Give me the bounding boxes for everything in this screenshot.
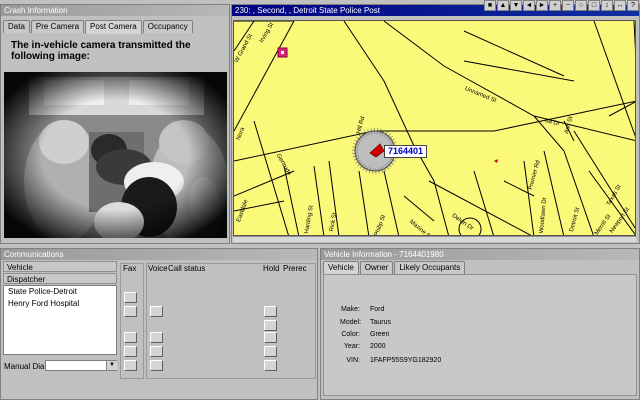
tab-owner[interactable]: Owner — [359, 261, 394, 274]
map-zoom-in-icon[interactable]: + — [549, 0, 561, 11]
map-tool-4-icon[interactable]: ◄ — [523, 0, 535, 11]
contact-henry-ford[interactable]: Henry Ford Hospital — [4, 298, 116, 310]
color-label: Color: — [341, 331, 360, 338]
make-value: Ford — [370, 306, 385, 313]
hold-button-5[interactable] — [264, 360, 277, 371]
dispatcher-header: Dispatcher — [3, 273, 117, 284]
call-status-label: Call status — [168, 264, 206, 273]
hold-label: Hold — [263, 264, 280, 273]
crash-info-tabs: Data Pre Camera Post Camera Occupancy — [3, 20, 194, 34]
communications-title: Communications — [1, 249, 317, 260]
hold-button-2[interactable] — [264, 320, 277, 331]
crash-info-title: Crash Information — [1, 5, 229, 16]
map-tool-2-icon[interactable]: ▲ — [497, 0, 509, 11]
voice-label: Voice — [148, 264, 168, 273]
vehicle-marker-label[interactable]: 7164401 — [384, 145, 428, 158]
camera-image — [4, 72, 227, 238]
fax-button-2[interactable] — [124, 306, 137, 317]
prerec-label: Prerec — [283, 264, 307, 273]
color-value: Green — [370, 331, 390, 338]
map-tool-1-icon[interactable]: ■ — [484, 0, 496, 11]
map-zoom-out-icon[interactable]: − — [562, 0, 574, 11]
voice-button-4[interactable] — [150, 360, 163, 371]
map-tool-8-icon[interactable]: ○ — [575, 0, 587, 11]
map-horizontal-scrollbar[interactable] — [233, 236, 636, 242]
map-tool-5-icon[interactable]: ► — [536, 0, 548, 11]
map-tool-12-icon[interactable]: ? — [627, 0, 639, 11]
voice-button-3[interactable] — [150, 346, 163, 357]
tab-data[interactable]: Data — [3, 20, 30, 33]
map-tool-9-icon[interactable]: □ — [588, 0, 600, 11]
make-label: Make: — [340, 306, 360, 313]
year-value: 2000 — [370, 343, 386, 350]
fax-label: Fax — [123, 264, 137, 273]
vehicle-info-tabs: Vehicle Owner Likely Occupants — [323, 261, 466, 275]
model-label: Model: — [340, 319, 362, 326]
map-tool-10-icon[interactable]: ↕ — [601, 0, 613, 11]
manual-dial-dropdown-icon[interactable]: ▼ — [106, 361, 117, 370]
camera-caption-line2: following image: — [11, 51, 90, 62]
fax-button-1[interactable] — [124, 292, 137, 303]
model-value: Taurus — [370, 319, 392, 326]
tab-occupancy[interactable]: Occupancy — [142, 20, 193, 33]
voice-frame — [146, 263, 316, 379]
tab-pre-camera[interactable]: Pre Camera — [30, 20, 85, 33]
map-view[interactable]: 7164401 W Grand St Irving St Unnamed St … — [233, 20, 636, 236]
tab-likely-occupants[interactable]: Likely Occupants — [394, 261, 466, 274]
hold-button-3[interactable] — [264, 332, 277, 343]
fax-button-3[interactable] — [124, 332, 137, 343]
tab-post-camera[interactable]: Post Camera — [85, 20, 142, 34]
voice-button-2[interactable] — [150, 332, 163, 343]
hold-button-4[interactable] — [264, 346, 277, 357]
map-tool-11-icon[interactable]: ↔ — [614, 0, 626, 11]
contact-state-police[interactable]: State Police-Detroit — [4, 286, 116, 298]
manual-dial-label: Manual Dial: — [4, 362, 49, 371]
fax-button-4[interactable] — [124, 346, 137, 357]
year-label: Year: — [343, 343, 360, 350]
voice-button-1[interactable] — [150, 306, 163, 317]
vin-value: 1FAFP55S9YG182920 — [370, 357, 442, 364]
fax-button-5[interactable] — [124, 360, 137, 371]
vehicle-info-title: Vehicle Information - 7164401980 — [321, 249, 639, 260]
map-tool-3-icon[interactable]: ▼ — [510, 0, 522, 11]
vehicle-header: Vehicle — [3, 261, 117, 272]
tab-vehicle[interactable]: Vehicle — [323, 261, 359, 275]
hold-button-1[interactable] — [264, 306, 277, 317]
contacts-list: State Police-Detroit Henry Ford Hospital — [3, 285, 117, 355]
vin-label: VIN: — [346, 357, 360, 364]
